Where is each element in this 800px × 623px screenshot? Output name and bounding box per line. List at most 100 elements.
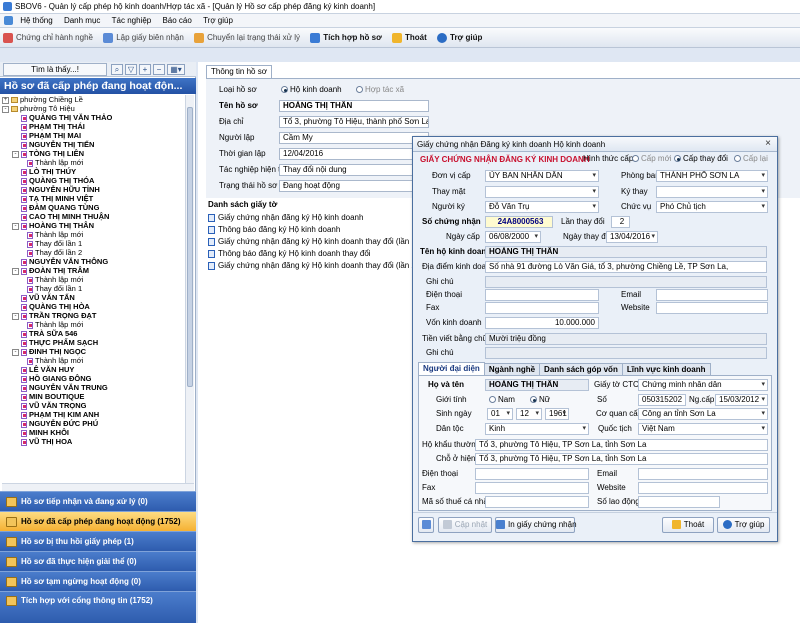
tree-item[interactable]: NGUYỄN HỮU TỈNH [2, 185, 184, 194]
issue-reissue-option[interactable]: Cấp lại [734, 153, 768, 165]
change-count-field[interactable]: 2 [611, 216, 630, 228]
rep-name-field[interactable]: HOÀNG THỊ THÂN [485, 379, 589, 391]
app-menu-icon[interactable] [4, 16, 13, 26]
tree-item[interactable]: ĐẢM QUANG TÙNG [2, 203, 184, 212]
type-coop-option[interactable]: Hợp tác xã [356, 84, 404, 96]
tab-record-info[interactable]: Thông tin hồ sơ [206, 65, 272, 78]
rep-fax-field[interactable] [475, 482, 589, 494]
tree-item[interactable]: NGUYỄN VĂN TRUNG [2, 383, 184, 392]
note2-field[interactable] [485, 347, 767, 359]
close-icon[interactable]: × [762, 139, 774, 150]
tree-item[interactable]: Thành lập mới [2, 230, 184, 239]
email-field[interactable] [656, 289, 768, 301]
scrollbar-thumb[interactable] [187, 107, 193, 387]
tree-item[interactable]: PHẠM THỊ KIM ANH [2, 410, 184, 419]
nav-processing[interactable]: Hồ sơ tiếp nhận và đang xử lý (0) [0, 491, 196, 511]
type-household-option[interactable]: Hộ kinh doanh [281, 84, 342, 96]
tax-code-field[interactable] [485, 496, 589, 508]
tree-item[interactable]: QUÀNG THỊ THÓA [2, 176, 184, 185]
nav-dissolved[interactable]: Hồ sơ đã thực hiện giải thể (0) [0, 551, 196, 571]
menu-tro-giup[interactable]: Trợ giúp [203, 14, 233, 28]
tree-item[interactable]: VŨ VĂN TẤN [2, 293, 184, 302]
labor-count-field[interactable] [638, 496, 720, 508]
collapse-icon[interactable]: - [12, 222, 19, 230]
phone-field[interactable] [485, 289, 599, 301]
id-issue-date-field[interactable]: 15/03/2012 [715, 394, 768, 406]
tree-item[interactable]: TẠ THỊ MINH VIỆT [2, 194, 184, 203]
current-address-field[interactable]: Tổ 3, phường Tô Hiệu, TP Sơn La, tỉnh Sơ… [475, 453, 768, 465]
integrate-button[interactable]: Tích hợp hồ sơ [307, 28, 386, 48]
tree-item[interactable]: NGUYỄN VĂN THÔNG [2, 257, 184, 266]
nav-licensed-active[interactable]: Hồ sơ đã cấp phép đang hoạt động (1752) [0, 511, 196, 531]
exit-button[interactable]: Thoát [389, 28, 432, 48]
search-icon[interactable]: ⌕ [111, 64, 123, 75]
birth-year-select[interactable]: 1961 [545, 408, 569, 420]
menu-he-thong[interactable]: Hệ thống [20, 14, 52, 28]
collapse-icon[interactable]: - [2, 105, 9, 113]
document-item[interactable]: Giấy chứng nhận đăng ký Hộ kinh doanh th… [208, 236, 419, 247]
print-certificate-button[interactable]: In giấy chứng nhận [495, 517, 577, 533]
nationality-select[interactable]: Việt Nam [638, 423, 768, 435]
issue-date-field[interactable]: 06/08/2000 [485, 231, 541, 243]
document-item[interactable]: Thông báo đăng ký Hộ kinh doanh thay đổi [208, 248, 371, 259]
rep-website-field[interactable] [638, 482, 768, 494]
rep-phone-field[interactable] [475, 468, 589, 480]
expand-icon[interactable]: + [139, 64, 151, 75]
menu-bao-cao[interactable]: Báo cáo [162, 14, 191, 28]
fax-field[interactable] [485, 302, 599, 314]
tree-item[interactable]: THỰC PHẨM SẠCH [2, 338, 184, 347]
collapse-icon[interactable]: - [12, 312, 19, 320]
tree-item[interactable]: CAO THỊ MINH THUẬN [2, 212, 184, 221]
find-button[interactable]: Tìm là thấy...! [3, 63, 107, 76]
business-name-field[interactable]: HOÀNG THỊ THÂN [485, 246, 767, 258]
tree-item[interactable]: Thành lập mới [2, 158, 184, 167]
tree-item[interactable]: PHẠM THỊ MAI [2, 131, 184, 140]
view-menu-icon[interactable]: ▦▾ [167, 64, 185, 75]
document-item[interactable]: Giấy chứng nhận đăng ký Hộ kinh doanh [208, 212, 363, 223]
collapse-icon[interactable]: − [153, 64, 165, 75]
tree-item[interactable]: - HOÀNG THỊ THÂN [2, 221, 184, 230]
certificate-button[interactable]: Chứng chỉ hành nghề [0, 28, 98, 48]
id-number-field[interactable]: 050315202 [638, 394, 686, 406]
tree-item[interactable]: - TRẦN TRỌNG ĐẠT [2, 311, 184, 320]
tree-folder[interactable]: + phường Chiềng Lề [2, 95, 184, 104]
menu-danh-muc[interactable]: Danh mục [64, 14, 100, 28]
tree-item[interactable]: - ĐINH THỊ NGỌC [2, 347, 184, 356]
created-time-field[interactable]: 12/04/2016 [279, 148, 429, 160]
tree-item[interactable]: Thay đổi lần 1 [2, 284, 184, 293]
position-select[interactable]: Phó Chủ tịch [656, 201, 768, 213]
sign-for-select[interactable] [656, 186, 768, 198]
nav-portal[interactable]: Tích hợp với cổng thông tin (1752) [0, 591, 196, 623]
tree-item[interactable]: NGUYỄN ĐỨC PHÚ [2, 419, 184, 428]
tree-item[interactable]: QUÀNG THỊ VĂN THẢO [2, 113, 184, 122]
dialog-help-button[interactable]: Trợ giúp [717, 517, 770, 533]
tree-item[interactable]: Thành lập mới [2, 320, 184, 329]
collapse-icon[interactable]: - [12, 348, 19, 356]
tree-folder[interactable]: - phường Tô Hiệu [2, 104, 184, 113]
signer-select[interactable]: Đỗ Văn Trụ [485, 201, 599, 213]
tree-item[interactable]: NGUYỄN THỊ TIẾN [2, 140, 184, 149]
tree-item[interactable]: Thay đổi lần 2 [2, 248, 184, 257]
creator-field[interactable]: Cầm My [279, 132, 429, 144]
expand-icon[interactable]: + [2, 96, 9, 104]
gender-female-option[interactable]: Nữ [530, 394, 550, 406]
record-status-field[interactable]: Đang hoạt động [279, 180, 429, 192]
collapse-icon[interactable]: - [12, 267, 19, 275]
update-button[interactable]: Cập nhật [438, 517, 492, 533]
tree-item[interactable]: LÒ THỊ THÚY [2, 167, 184, 176]
tree-item[interactable]: HỒ GIANG ĐÔNG [2, 374, 184, 383]
tree-item[interactable]: VŨ VĂN TRỌNG [2, 401, 184, 410]
tree-item[interactable]: - ĐOÀN THỊ TRÂM [2, 266, 184, 275]
tree-item[interactable]: Thay đổi lần 1 [2, 239, 184, 248]
issuing-agency-select[interactable]: Công an tỉnh Sơn La [638, 408, 768, 420]
document-item[interactable]: Giấy chứng nhận đăng ký Hộ kinh doanh th… [208, 260, 419, 271]
amount-in-words-field[interactable]: Mười triệu đồng [485, 333, 767, 345]
issue-new-option[interactable]: Cấp mới [632, 153, 672, 165]
change-date-field[interactable]: 13/04/2016 [606, 231, 658, 243]
tree-item[interactable]: - TÒNG THỊ LIÊN [2, 149, 184, 158]
nav-revoked[interactable]: Hồ sơ bị thu hồi giấy phép (1) [0, 531, 196, 551]
help-button[interactable]: Trợ giúp [434, 28, 487, 48]
tab-representative[interactable]: Người đại diện [418, 362, 485, 376]
issue-change-option[interactable]: Cấp thay đổi [674, 153, 728, 165]
rep-email-field[interactable] [638, 468, 768, 480]
